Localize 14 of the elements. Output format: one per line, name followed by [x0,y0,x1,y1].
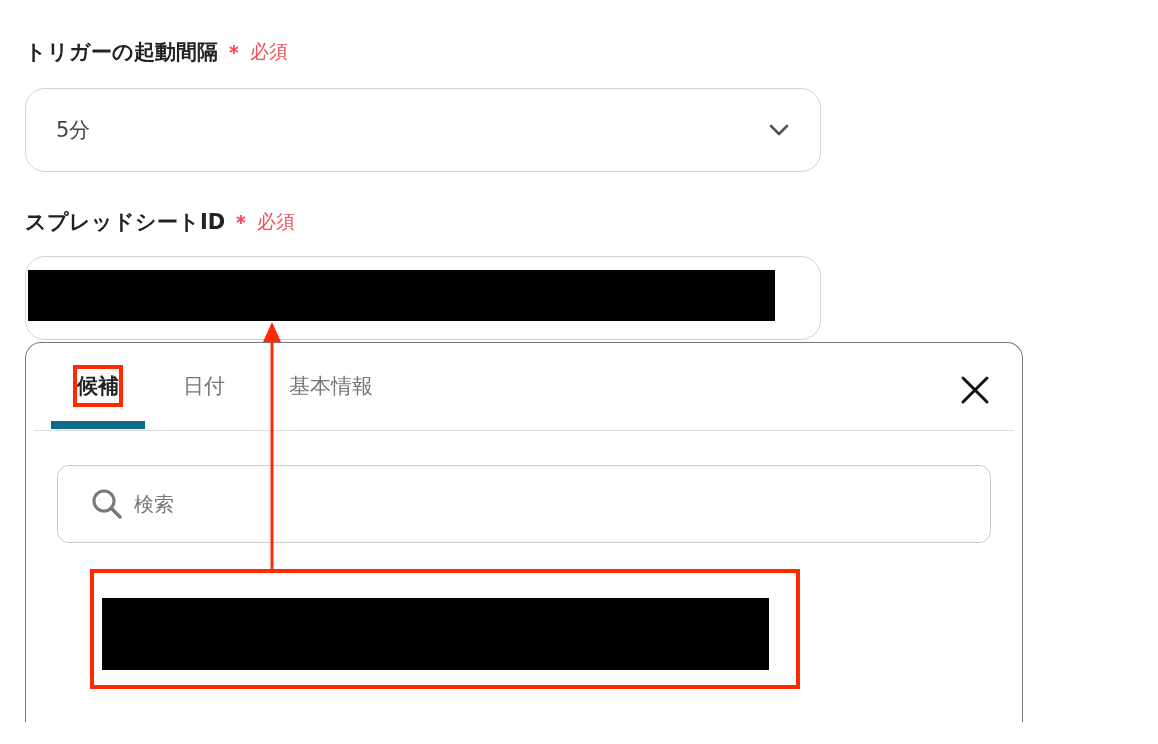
tab[interactable]: 基本情報 [263,343,399,429]
required-asterisk: ＊ [224,38,244,66]
field-label: スプレッドシートID [25,209,226,236]
spreadsheet-id-field[interactable] [25,256,821,340]
required-asterisk: ＊ [231,208,252,236]
field-label: トリガーの起動間隔 [25,39,218,66]
tab[interactable]: 候補 [51,343,145,429]
chevron-down-icon [768,123,790,137]
tab[interactable]: 日付 [157,343,251,429]
candidate-item[interactable] [90,569,800,689]
interval-select[interactable]: 5分 [25,88,821,172]
required-text: 必須 [250,39,288,64]
required-text: 必須 [257,209,296,234]
search-field[interactable]: 検索 [57,465,991,543]
